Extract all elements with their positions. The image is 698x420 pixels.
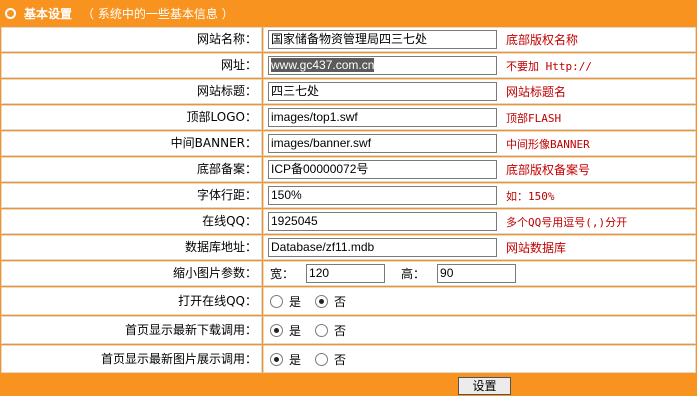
url-input[interactable]: www.gc437.com.cn	[268, 56, 497, 75]
online-qq-yes-radio[interactable]	[270, 294, 283, 308]
radio-label: 否	[334, 323, 347, 338]
site-name-input[interactable]: 国家储备物资管理局四三七处	[268, 30, 497, 49]
field-note: 网站标题名	[506, 85, 567, 99]
field-row-line-height: 字体行距： 150% 如：150%	[1, 183, 696, 208]
latest-download-yes-radio[interactable]	[270, 323, 283, 337]
field-label: 网站标题：	[1, 79, 262, 104]
field-value-cell: 国家储备物资管理局四三七处 底部版权名称	[263, 27, 696, 52]
panel-subtitle: （ 系统中的一些基本信息 ）	[82, 7, 234, 21]
field-row-thumbnail: 缩小图片参数： 宽： 120 高： 90	[1, 261, 696, 286]
field-label: 字体行距：	[1, 183, 262, 208]
field-row-latest-image: 首页显示最新图片展示调用： 是 否	[1, 345, 696, 373]
thumb-height-input[interactable]: 90	[437, 264, 517, 283]
submit-button[interactable]: 设置	[458, 377, 511, 395]
url-input-selected-text: www.gc437.com.cn	[271, 58, 375, 72]
field-label: 网站名称：	[1, 27, 262, 52]
field-row-qq: 在线QQ： 1925045 多个QQ号用逗号(,)分开	[1, 209, 696, 234]
field-note: 底部版权名称	[506, 33, 579, 47]
field-label: 打开在线QQ：	[1, 287, 262, 315]
field-note: 网站数据库	[506, 241, 567, 255]
field-value-cell: images/top1.swf 顶部FLASH	[263, 105, 696, 130]
field-value-cell: www.gc437.com.cn 不要加 Http://	[263, 53, 696, 78]
field-row-online-qq: 打开在线QQ： 是 否	[1, 287, 696, 315]
latest-image-yes-radio[interactable]	[270, 352, 283, 366]
field-note: 中间形像BANNER	[506, 137, 590, 151]
field-row-site-title: 网站标题： 四三七处 网站标题名	[1, 79, 696, 104]
thumb-width-input[interactable]: 120	[306, 264, 386, 283]
field-note: 如：150%	[506, 189, 555, 203]
field-value-cell: 宽： 120 高： 90	[263, 261, 696, 286]
field-label: 网址：	[1, 53, 262, 78]
circle-icon	[5, 8, 16, 19]
field-label: 中间BANNER：	[1, 131, 262, 156]
field-row-database: 数据库地址： Database/zf11.mdb 网站数据库	[1, 235, 696, 260]
top-logo-input[interactable]: images/top1.swf	[268, 108, 497, 127]
field-label: 缩小图片参数：	[1, 261, 262, 286]
field-note: 顶部FLASH	[506, 111, 562, 125]
icp-input[interactable]: ICP备00000072号	[268, 160, 497, 179]
field-row-url: 网址： www.gc437.com.cn 不要加 Http://	[1, 53, 696, 78]
database-input[interactable]: Database/zf11.mdb	[268, 238, 497, 257]
width-label: 宽：	[270, 267, 295, 281]
field-value-cell: 是 否	[263, 316, 696, 344]
form-footer: 设置	[0, 375, 697, 396]
field-row-site-name: 网站名称： 国家储备物资管理局四三七处 底部版权名称	[1, 27, 696, 52]
line-height-input[interactable]: 150%	[268, 186, 497, 205]
banner-input[interactable]: images/banner.swf	[268, 134, 497, 153]
radio-label: 是	[289, 323, 302, 338]
field-row-icp: 底部备案： ICP备00000072号 底部版权备案号	[1, 157, 696, 182]
radio-label: 是	[289, 352, 302, 367]
field-value-cell: 1925045 多个QQ号用逗号(,)分开	[263, 209, 696, 234]
field-row-banner: 中间BANNER： images/banner.swf 中间形像BANNER	[1, 131, 696, 156]
field-value-cell: 四三七处 网站标题名	[263, 79, 696, 104]
field-note: 不要加 Http://	[506, 59, 592, 73]
settings-panel: 基本设置 （ 系统中的一些基本信息 ） 网站名称： 国家储备物资管理局四三七处 …	[0, 0, 697, 396]
field-value-cell: images/banner.swf 中间形像BANNER	[263, 131, 696, 156]
site-title-input[interactable]: 四三七处	[268, 82, 497, 101]
radio-label: 否	[334, 294, 347, 309]
field-value-cell: 是 否	[263, 345, 696, 373]
qq-input[interactable]: 1925045	[268, 212, 497, 231]
field-value-cell: Database/zf11.mdb 网站数据库	[263, 235, 696, 260]
field-note: 底部版权备案号	[506, 163, 591, 177]
field-label: 在线QQ：	[1, 209, 262, 234]
latest-download-no-radio[interactable]	[315, 323, 329, 337]
field-row-top-logo: 顶部LOGO： images/top1.swf 顶部FLASH	[1, 105, 696, 130]
settings-form: 网站名称： 国家储备物资管理局四三七处 底部版权名称 网址： www.gc437…	[1, 27, 696, 374]
field-label: 底部备案：	[1, 157, 262, 182]
field-label: 首页显示最新图片展示调用：	[1, 345, 262, 373]
radio-label: 否	[334, 352, 347, 367]
field-value-cell: 150% 如：150%	[263, 183, 696, 208]
field-label: 数据库地址：	[1, 235, 262, 260]
field-value-cell: 是 否	[263, 287, 696, 315]
field-row-latest-download: 首页显示最新下载调用： 是 否	[1, 316, 696, 344]
field-value-cell: ICP备00000072号 底部版权备案号	[263, 157, 696, 182]
latest-image-no-radio[interactable]	[315, 352, 329, 366]
field-label: 顶部LOGO：	[1, 105, 262, 130]
height-label: 高：	[401, 267, 426, 281]
panel-header: 基本设置 （ 系统中的一些基本信息 ）	[0, 0, 697, 27]
panel-title: 基本设置	[24, 7, 73, 21]
field-note: 多个QQ号用逗号(,)分开	[506, 215, 628, 229]
online-qq-no-radio[interactable]	[315, 294, 329, 308]
radio-label: 是	[289, 294, 302, 309]
field-label: 首页显示最新下载调用：	[1, 316, 262, 344]
